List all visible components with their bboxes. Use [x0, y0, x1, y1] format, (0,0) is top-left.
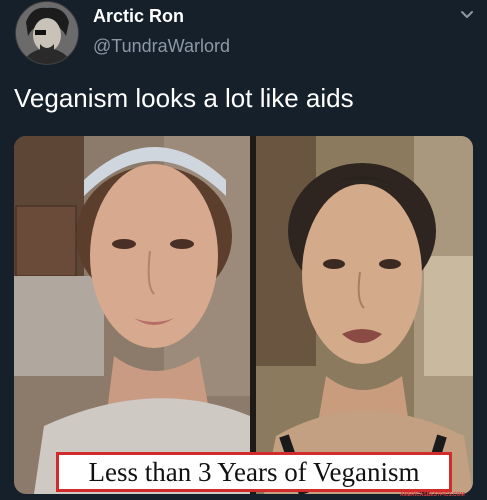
image-caption: Less than 3 Years of Veganism: [56, 452, 452, 492]
avatar-icon: [16, 2, 78, 64]
avatar[interactable]: [15, 1, 79, 65]
tweet-text: Veganism looks a lot like aids: [14, 83, 354, 113]
user-handle[interactable]: @TundraWarlord: [93, 36, 230, 57]
watermark: AMERICASBESTPICS.COM: [400, 492, 465, 498]
display-name[interactable]: Arctic Ron: [93, 6, 184, 27]
tweet-media-image[interactable]: [14, 136, 473, 494]
tweet-header: Arctic Ron @TundraWarlord: [0, 0, 487, 72]
chevron-down-icon[interactable]: [458, 6, 476, 24]
